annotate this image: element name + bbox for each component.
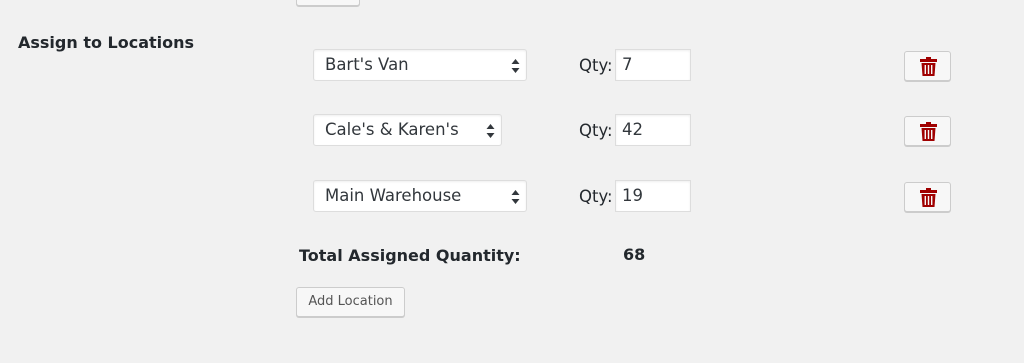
trash-icon bbox=[920, 188, 937, 207]
location-select[interactable]: Main Warehouse bbox=[313, 180, 527, 212]
qty-label: Qty: bbox=[579, 121, 613, 140]
previous-button-edge[interactable] bbox=[296, 0, 360, 6]
total-assigned-value: 68 bbox=[623, 245, 646, 264]
trash-icon bbox=[920, 57, 937, 76]
add-location-button[interactable]: Add Location bbox=[296, 287, 405, 317]
location-select[interactable]: Bart's Van bbox=[313, 49, 527, 81]
location-select[interactable]: Cale's & Karen's bbox=[313, 114, 502, 146]
qty-label: Qty: bbox=[579, 56, 613, 75]
total-assigned-label: Total Assigned Quantity: bbox=[299, 246, 521, 265]
delete-location-button[interactable] bbox=[904, 51, 951, 81]
select-arrows-icon bbox=[486, 124, 495, 138]
qty-input[interactable]: 42 bbox=[615, 114, 691, 146]
delete-location-button[interactable] bbox=[904, 182, 951, 212]
select-arrows-icon bbox=[511, 59, 520, 73]
assign-locations-panel: Assign to Locations Bart's Van Qty: 7 Ca… bbox=[0, 0, 1024, 363]
qty-input[interactable]: 19 bbox=[615, 180, 691, 212]
trash-icon bbox=[920, 122, 937, 141]
section-title: Assign to Locations bbox=[18, 33, 195, 52]
qty-label: Qty: bbox=[579, 187, 613, 206]
location-select-value: Cale's & Karen's bbox=[325, 120, 459, 139]
location-select-value: Main Warehouse bbox=[325, 186, 462, 205]
qty-input[interactable]: 7 bbox=[615, 49, 691, 81]
select-arrows-icon bbox=[511, 190, 520, 204]
location-select-value: Bart's Van bbox=[325, 55, 409, 74]
delete-location-button[interactable] bbox=[904, 116, 951, 146]
